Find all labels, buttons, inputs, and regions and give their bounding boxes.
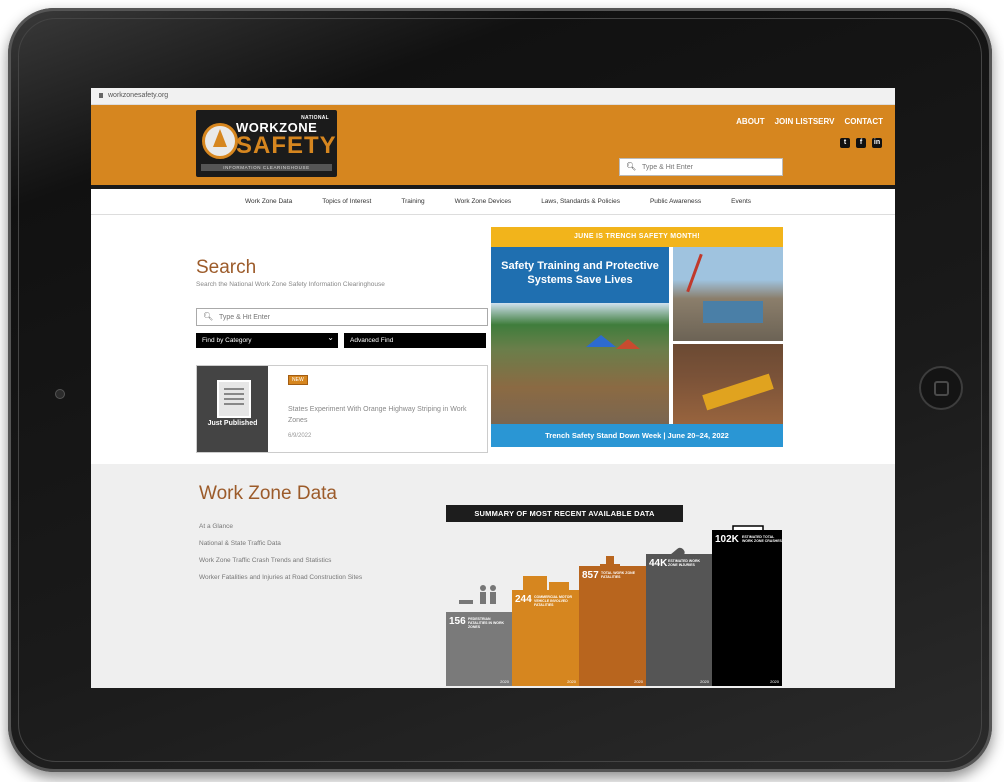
link-crash-trends[interactable]: Work Zone Traffic Crash Trends and Stati… [199,556,409,566]
url-bar[interactable]: workzonesafety.org [91,88,895,105]
publication-date: 6/9/2022 [288,433,312,439]
search-subtitle: Search the National Work Zone Safety Inf… [196,281,385,288]
advanced-find-button[interactable]: Advanced Find [344,333,486,348]
site-header: NATIONAL WORKZONE SAFETY INFORMATION CLE… [91,105,895,189]
contact-link[interactable]: CONTACT [844,117,883,126]
linkedin-icon[interactable]: in [872,138,882,148]
publication-title[interactable]: States Experiment With Orange Highway St… [288,404,468,426]
find-by-category-button[interactable]: Find by Category [196,330,338,348]
link-traffic-data[interactable]: National & State Traffic Data [199,539,409,549]
about-link[interactable]: ABOUT [736,117,764,126]
column-year: 2020 [634,679,643,684]
main-search: 🔍︎ [196,308,488,326]
lock-icon [99,92,103,98]
column-value: 156 [449,616,466,627]
column-year: 2020 [567,679,576,684]
banner-photo-crane [673,247,783,341]
trench-safety-banner[interactable]: JUNE IS TRENCH SAFETY MONTH! Safety Trai… [491,227,783,463]
column-value: 857 [582,570,599,581]
banner-bottom: Trench Safety Stand Down Week | June 20–… [491,424,783,447]
infographic-column: 44K ESTIMATED WORK ZONE INJURIES 2020 [646,554,712,686]
column-value: 102K [715,534,739,545]
main-nav: Work Zone Data Topics of Interest Traini… [91,189,895,215]
column-year: 2020 [700,679,709,684]
search-icon: 🔍︎ [626,162,637,171]
column-value: 44K [649,558,668,569]
work-zone-data-title: Work Zone Data [199,483,337,504]
nav-laws-standards[interactable]: Laws, Standards & Policies [541,189,620,214]
infographic-column: 102K ESTIMATED TOTAL WORK ZONE CRASHES 202… [712,530,782,686]
column-value: 244 [515,594,532,605]
join-listserv-link[interactable]: JOIN LISTSERV [775,117,835,126]
nav-work-zone-devices[interactable]: Work Zone Devices [455,189,512,214]
column-label: ESTIMATED WORK ZONE INJURIES [668,559,701,567]
just-published-label: Just Published [207,420,258,427]
just-published-panel: Just Published [197,366,268,452]
data-infographic[interactable]: SUMMARY OF MOST RECENT AVAILABLE DATA 15… [441,502,786,686]
search-icon: 🔍︎ [203,312,214,321]
crane-shape [686,253,703,293]
infographic-column: 156 PEDESTRIAN FATALITIES IN WORK ZONES 20… [446,612,512,686]
logo-safety: SAFETY [236,132,337,159]
search-title: Search [196,257,257,278]
tent-shape [616,339,640,349]
work-zone-data-links: At a Glance National & State Traffic Dat… [199,522,409,590]
twitter-icon[interactable]: t [840,138,850,148]
infographic-title: SUMMARY OF MOST RECENT AVAILABLE DATA [446,505,683,522]
document-icon [217,380,251,418]
banner-headline: Safety Training and Protective Systems S… [491,247,669,303]
nav-training[interactable]: Training [401,189,424,214]
just-published-card[interactable]: Just Published NEW States Experiment Wit… [196,365,488,453]
main-search-input[interactable] [217,311,481,324]
header-search-input[interactable] [640,161,779,174]
banner-photo-site [491,303,669,424]
infographic-column: 857 TOTAL WORK ZONE FATALITIES 2020 [579,566,646,686]
new-badge: NEW [288,375,308,385]
pedestrian-icon [455,584,499,610]
infographic-column: 244 COMMERCIAL MOTOR VEHICLE INVOLVED FAT… [512,590,579,686]
cone-icon [202,123,238,159]
site-logo[interactable]: NATIONAL WORKZONE SAFETY INFORMATION CLE… [196,110,337,177]
link-at-a-glance[interactable]: At a Glance [199,522,409,532]
column-label: PEDESTRIAN FATALITIES IN WORK ZONES [468,617,505,629]
banner-photo-trench [673,344,783,424]
trench-box-shape [703,301,763,323]
logo-subtitle: INFORMATION CLEARINGHOUSE [201,164,332,171]
column-year: 2020 [770,679,779,684]
banner-top: JUNE IS TRENCH SAFETY MONTH! [491,227,783,247]
nav-topics-of-interest[interactable]: Topics of Interest [322,189,371,214]
top-links: ABOUT JOIN LISTSERV CONTACT [736,117,883,126]
column-label: ESTIMATED TOTAL WORK ZONE CRASHES [742,535,782,543]
tent-shape [586,335,616,347]
nav-work-zone-data[interactable]: Work Zone Data [245,189,292,214]
main-section: Search Search the National Work Zone Saf… [91,215,895,469]
facebook-icon[interactable]: f [856,138,866,148]
screen: workzonesafety.org NATIONAL WORKZONE SAF… [91,88,895,688]
social-links: t f in [840,138,882,148]
work-zone-data-section: Work Zone Data At a Glance National & St… [91,464,895,688]
nav-events[interactable]: Events [731,189,751,214]
home-button[interactable] [919,366,963,410]
camera-icon [55,389,65,399]
column-label: COMMERCIAL MOTOR VEHICLE INVOLVED FATALI… [534,595,572,607]
column-year: 2020 [500,679,509,684]
trench-shape [702,373,774,411]
header-search: 🔍︎ [619,158,783,176]
nav-public-awareness[interactable]: Public Awareness [650,189,701,214]
column-label: TOTAL WORK ZONE FATALITIES [601,571,636,579]
link-worker-fatalities[interactable]: Worker Fatalities and Injuries at Road C… [199,573,409,583]
url-text: workzonesafety.org [108,92,169,99]
